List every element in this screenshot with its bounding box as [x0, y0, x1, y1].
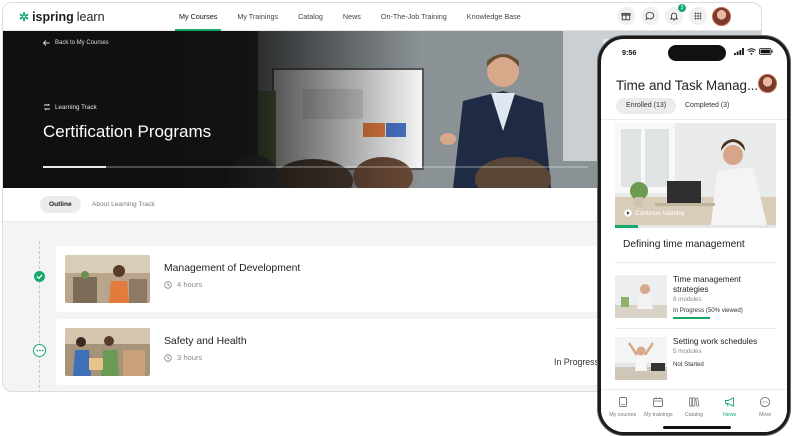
bottom-nav-label: More	[759, 412, 772, 418]
course-title-mobile: Time and Task Manag...	[616, 78, 759, 93]
bottom-nav-label: My trainings	[644, 412, 673, 418]
chat-icon[interactable]	[641, 7, 659, 25]
megaphone-icon	[724, 397, 734, 407]
course-progress-bar	[615, 225, 776, 228]
nav-catalog[interactable]: Catalog	[288, 3, 333, 31]
module-item[interactable]: Time management strategies 8 modules In …	[615, 275, 776, 321]
bottom-nav-label: My courses	[609, 412, 637, 418]
tab-completed[interactable]: Completed (3)	[675, 98, 739, 114]
bottom-nav-label: News	[722, 412, 737, 418]
tab-outline[interactable]: Outline	[40, 196, 81, 213]
course-progress-fill	[615, 225, 638, 228]
more-icon	[760, 396, 771, 408]
module-status: Not Started	[673, 361, 704, 368]
module-thumbnail	[615, 337, 667, 380]
user-avatar[interactable]	[712, 7, 731, 26]
apps-grid-icon[interactable]	[689, 7, 707, 25]
back-link[interactable]: Back to My Courses	[43, 40, 109, 46]
module-title: Time management strategies	[673, 275, 741, 294]
course-duration: 3 hours	[164, 353, 202, 362]
section-heading: Defining time management	[623, 239, 745, 250]
continue-training-label: Continue training	[635, 209, 685, 217]
module-progress-bar	[673, 317, 710, 319]
book-icon	[618, 397, 627, 407]
battery-icon	[759, 48, 773, 55]
course-duration-text: 4 hours	[177, 280, 203, 289]
course-cover-image[interactable]: Continue training	[615, 123, 776, 225]
track-progress-bar	[43, 166, 588, 168]
top-navigation: ✲ ispring learn My Courses My Trainings …	[3, 3, 761, 31]
learning-track-text: Learning Track	[55, 103, 97, 111]
nav-on-the-job-training[interactable]: On-The-Job Training	[371, 3, 457, 31]
signal-icon	[734, 48, 744, 55]
clock-icon	[164, 353, 172, 362]
course-duration-text: 3 hours	[177, 353, 203, 362]
learning-track-icon	[43, 103, 51, 111]
bottom-nav-label: Catalog	[684, 412, 704, 418]
logo-icon: ✲	[19, 9, 30, 24]
module-count: 8 modules	[673, 296, 702, 303]
tab-about-learning-track[interactable]: About Learning Track	[83, 196, 164, 213]
continue-training-button[interactable]: Continue training	[624, 209, 684, 217]
nav-knowledge-base[interactable]: Knowledge Base	[457, 3, 531, 31]
course-duration: 4 hours	[164, 280, 202, 289]
bottom-nav-my-courses[interactable]: My courses	[605, 390, 641, 432]
nav-my-trainings[interactable]: My Trainings	[227, 3, 288, 31]
divider	[601, 119, 787, 120]
home-indicator	[663, 426, 731, 429]
status-time: 9:56	[622, 48, 637, 57]
notification-badge: 3	[678, 4, 686, 12]
wifi-icon	[747, 48, 756, 55]
nav-icons: 3	[617, 4, 707, 25]
gift-icon[interactable]	[617, 7, 635, 25]
nav-news[interactable]: News	[333, 3, 371, 31]
clock-icon	[164, 280, 172, 289]
course-status: In Progress	[554, 357, 599, 367]
module-item[interactable]: Setting work schedules 5 modules Not Sta…	[615, 337, 776, 381]
divider	[615, 262, 776, 263]
bell-icon[interactable]: 3	[665, 4, 686, 25]
completed-check-icon	[34, 271, 45, 282]
divider	[615, 328, 776, 329]
nav-links: My Courses My Trainings Catalog News On-…	[169, 3, 531, 31]
ispring-logo[interactable]: ✲ ispring learn	[19, 10, 105, 24]
dynamic-island	[668, 45, 726, 61]
timeline-line	[39, 241, 40, 391]
course-thumbnail	[65, 255, 150, 303]
status-bar: 9:56	[601, 39, 787, 65]
learning-track-label: Learning Track	[43, 103, 97, 111]
tab-enrolled[interactable]: Enrolled (13)	[616, 98, 677, 114]
module-status: In Progress (50% viewed)	[673, 307, 743, 314]
course-thumbnail	[65, 328, 150, 376]
library-icon	[689, 397, 700, 407]
track-progress-fill	[43, 166, 106, 168]
play-icon	[624, 209, 632, 217]
logo-name: ispring	[32, 9, 74, 24]
mobile-phone: 9:56 Time and Task Manag... Enrolled (13…	[598, 36, 790, 435]
bottom-nav-more[interactable]: More	[747, 390, 783, 432]
calendar-icon	[653, 397, 664, 407]
back-link-label: Back to My Courses	[55, 40, 109, 46]
user-avatar-mobile[interactable]	[758, 74, 777, 93]
logo-name-light: learn	[76, 9, 105, 24]
course-title: Management of Development	[164, 263, 301, 274]
nav-my-courses[interactable]: My Courses	[169, 3, 227, 31]
arrow-left-icon	[43, 40, 50, 46]
course-title: Safety and Health	[164, 336, 247, 347]
module-thumbnail	[615, 275, 667, 318]
module-title: Setting work schedules	[673, 337, 758, 346]
module-count: 5 modules	[673, 348, 702, 355]
page-title: Certification Programs	[43, 122, 212, 141]
status-icons	[734, 48, 773, 55]
in-progress-dots-icon	[33, 344, 46, 357]
